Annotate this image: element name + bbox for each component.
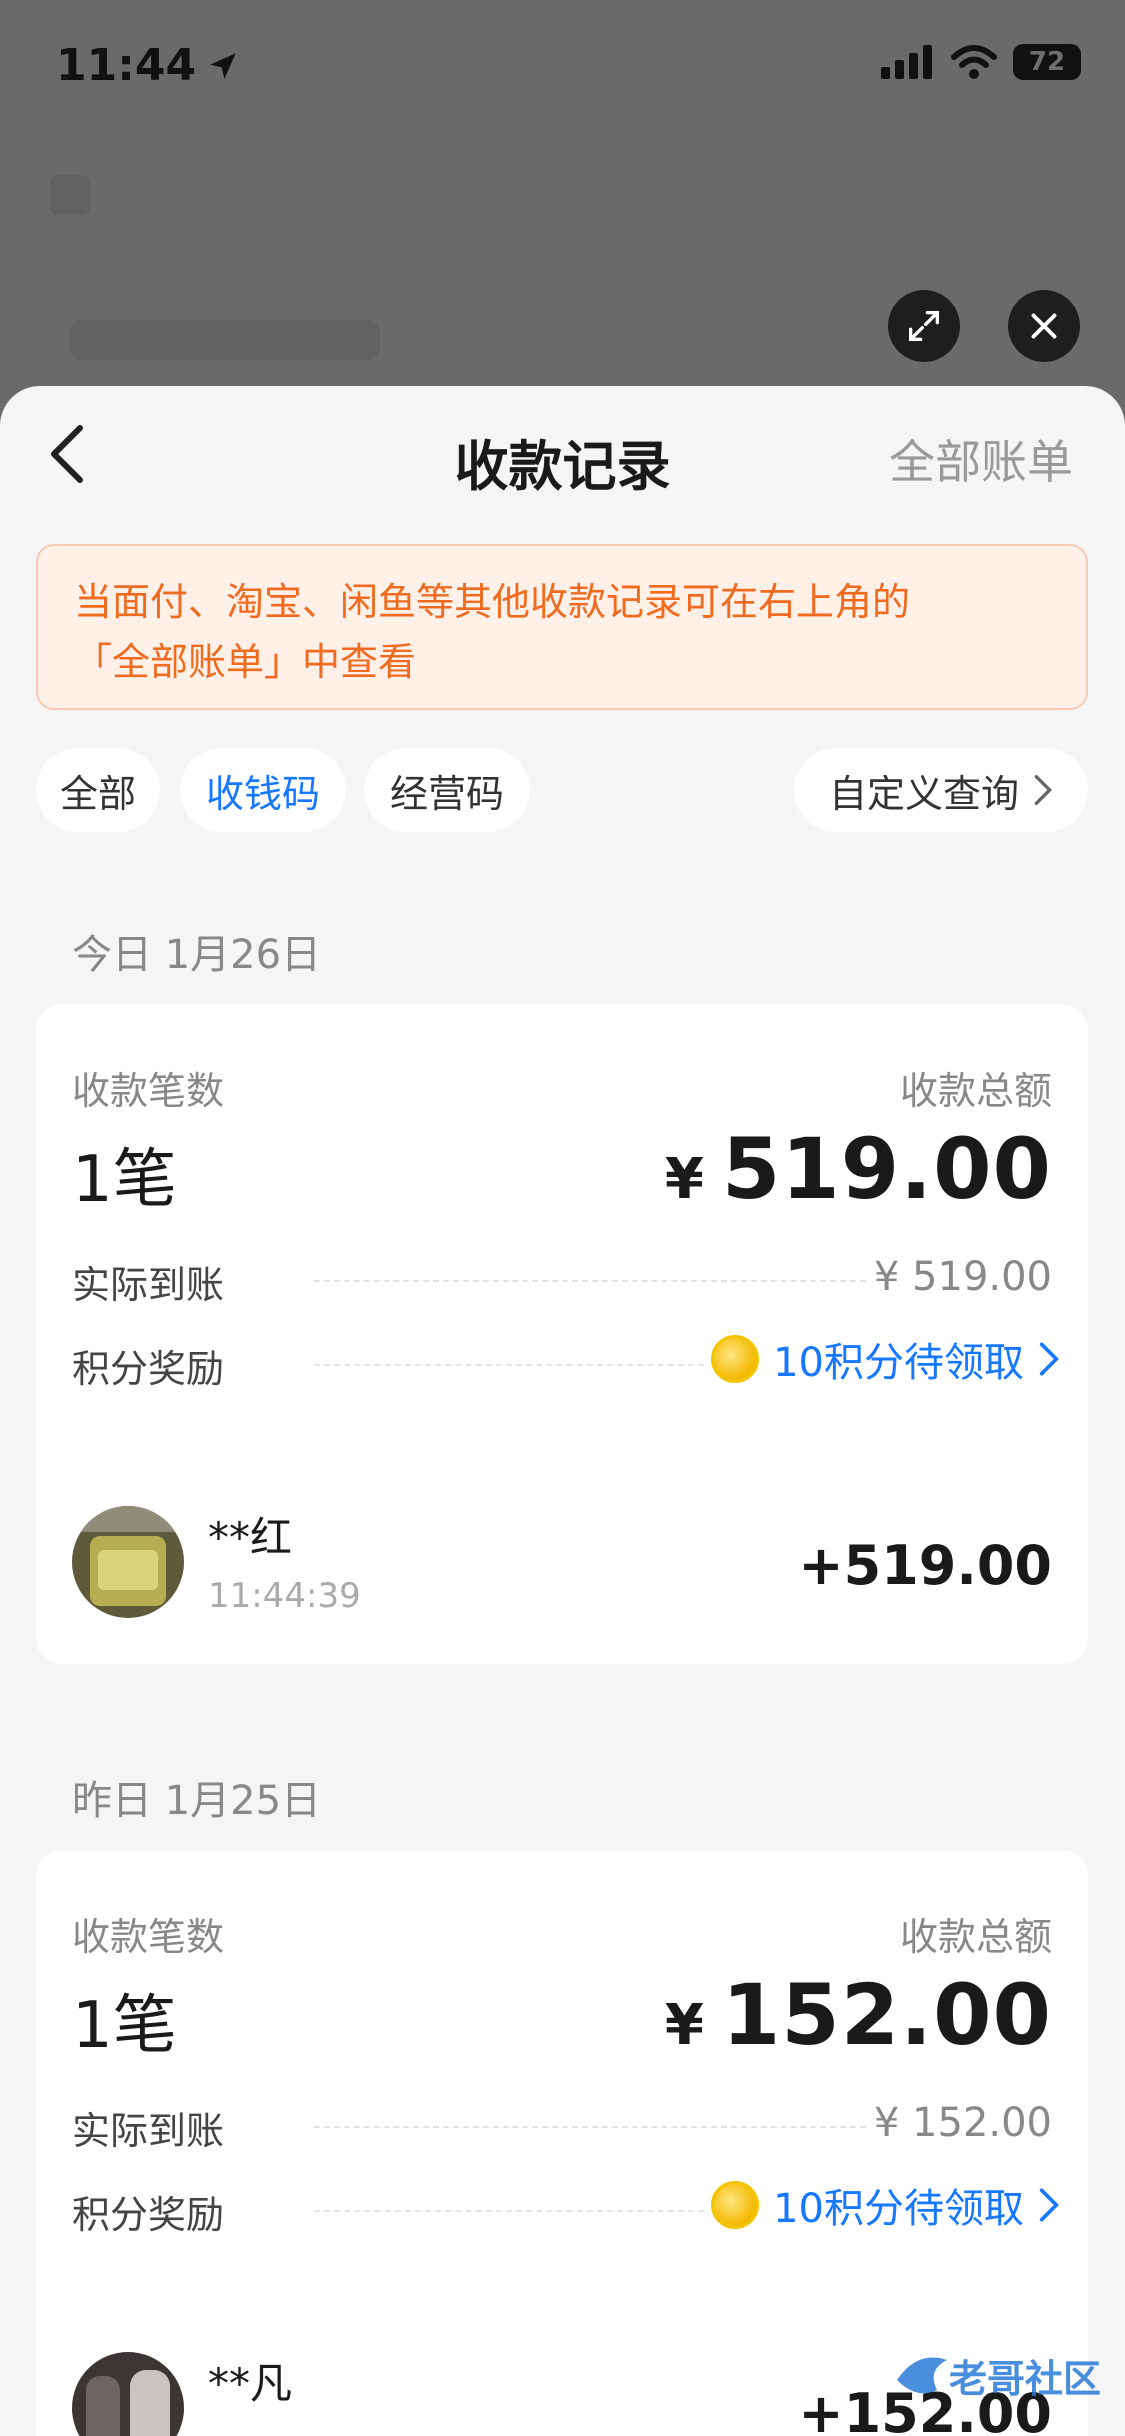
background-page: 11:44 72 [0,0,1125,420]
dotted-leader [314,2210,704,2212]
date-header: 今日 1月26日 [72,932,322,978]
payment-time: 11:44:39 [208,1576,361,1616]
actual-received-value: ¥ 519.00 [873,1254,1052,1300]
notice-line: 「全部账单」中查看 [74,640,417,684]
watermark-logo: 老哥社区 [887,2340,1107,2420]
expand-icon [909,311,939,341]
count-label: 收款笔数 [72,1915,225,1959]
blurred-content [70,320,380,360]
battery-level: 72 [1028,47,1066,77]
records-sheet: 收款记录 全部账单 当面付、淘宝、闲鱼等其他收款记录可在右上角的 「全部账单」中… [0,386,1125,2436]
avatar [72,2352,184,2436]
day-summary-card: 收款笔数 收款总额 1笔 ¥ 519.00 实际到账 ¥ 519.00 积分奖励… [36,1004,1088,1664]
payer-name: **红 [208,1513,293,1562]
total-value: 519.00 [721,1120,1052,1218]
total-label: 收款总额 [899,1915,1052,1959]
total-value: 152.00 [721,1966,1052,2064]
filter-chip-qr-code[interactable]: 收钱码 [180,748,346,832]
reward-label: 积分奖励 [72,2193,225,2237]
back-button[interactable] [40,424,96,484]
custom-query-label: 自定义查询 [828,771,1019,816]
clock: 11:44 [56,40,197,91]
notice-line: 当面付、淘宝、闲鱼等其他收款记录可在右上角的 [74,580,911,624]
custom-query-button[interactable]: 自定义查询 [794,748,1088,832]
actual-received-label: 实际到账 [72,1263,225,1307]
dotted-leader [314,1280,866,1282]
reward-claim-link[interactable]: 10积分待领取 [711,1330,1060,1388]
count-label: 收款笔数 [72,1069,225,1113]
transaction-count: 1笔 [72,1989,177,2063]
all-bills-link[interactable]: 全部账单 [889,426,1073,492]
coin-icon [711,1335,760,1383]
chevron-left-icon [51,425,83,483]
reward-label: 积分奖励 [72,1347,225,1391]
svg-text:老哥社区: 老哥社区 [949,2357,1101,2401]
payment-amount: +519.00 [798,1534,1052,1597]
close-icon [1031,313,1057,339]
status-icons: 72 [881,44,1081,80]
total-amount: ¥ 152.00 [665,1966,1052,2064]
total-amount: ¥ 519.00 [665,1120,1052,1218]
status-bar: 11:44 72 [0,0,1125,140]
reward-text: 10积分待领取 [773,2186,1024,2232]
currency-symbol: ¥ [664,1993,704,2058]
currency-symbol: ¥ [664,1147,704,1212]
transaction-count: 1笔 [72,1143,177,1217]
reward-claim-link[interactable]: 10积分待领取 [711,2176,1060,2234]
nav-bar: 收款记录 全部账单 [0,386,1125,518]
date-header: 昨日 1月25日 [72,1778,322,1824]
total-label: 收款总额 [899,1069,1052,1113]
wifi-icon [951,45,997,79]
battery-icon: 72 [1013,44,1081,80]
expand-button[interactable] [888,290,960,362]
chevron-right-icon [1034,775,1053,805]
location-arrow-icon [210,52,236,79]
coin-icon [711,2181,760,2229]
close-button[interactable] [1008,290,1080,362]
payer-name: **凡 [208,2359,293,2408]
status-time: 11:44 [56,40,240,91]
actual-received-value: ¥ 152.00 [873,2100,1052,2146]
filter-bar: 全部 收钱码 经营码 自定义查询 [36,748,1088,832]
filter-chip-all[interactable]: 全部 [36,748,160,832]
chevron-right-icon [1039,1342,1059,1376]
avatar [72,1506,184,1618]
dotted-leader [314,1364,704,1366]
reward-text: 10积分待领取 [773,1340,1024,1386]
blurred-content [50,175,90,215]
actual-received-label: 实际到账 [72,2109,225,2153]
filter-chip-business-code[interactable]: 经营码 [364,748,530,832]
cellular-signal-icon [881,45,932,79]
chevron-right-icon [1039,2188,1059,2222]
notice-banner: 当面付、淘宝、闲鱼等其他收款记录可在右上角的 「全部账单」中查看 [36,544,1088,710]
dotted-leader [314,2126,866,2128]
